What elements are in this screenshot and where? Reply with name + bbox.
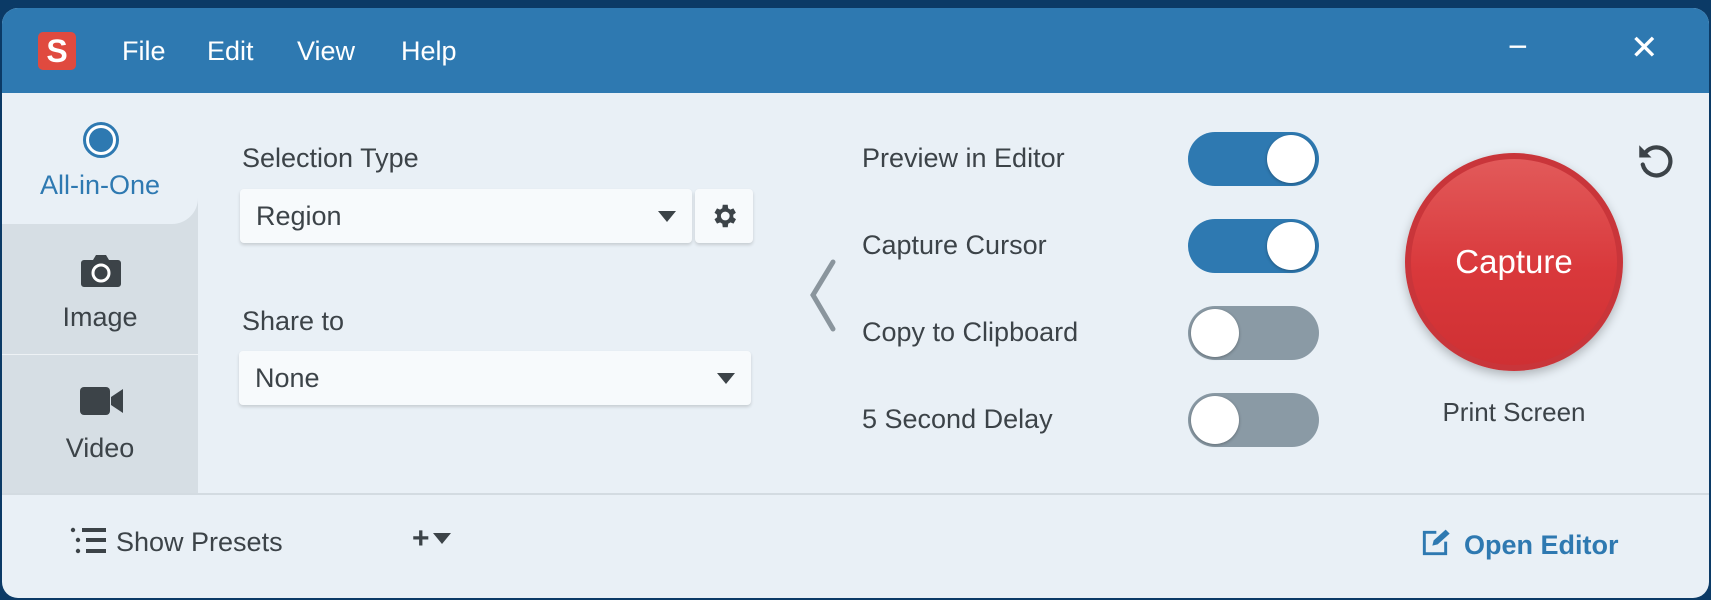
footer-divider xyxy=(2,493,1709,495)
selection-settings-button[interactable] xyxy=(695,189,753,243)
toggle-label-delay: 5 Second Delay xyxy=(862,404,1053,434)
menu-file[interactable]: File xyxy=(122,36,166,67)
selection-type-label: Selection Type xyxy=(242,143,419,173)
chevron-down-icon xyxy=(658,211,676,222)
toggle-label-clipboard: Copy to Clipboard xyxy=(862,317,1079,347)
capture-button[interactable]: Capture xyxy=(1405,153,1623,371)
close-button[interactable]: ✕ xyxy=(1630,28,1659,68)
minimize-button[interactable]: − xyxy=(1508,28,1528,67)
open-editor-label: Open Editor xyxy=(1464,530,1619,560)
plus-icon: + xyxy=(412,522,430,555)
share-to-dropdown[interactable]: None xyxy=(239,351,751,405)
tab-label: Image xyxy=(62,302,138,332)
open-editor-button[interactable]: Open Editor xyxy=(1418,527,1619,561)
show-presets-label: Show Presets xyxy=(116,527,283,557)
edit-icon xyxy=(1422,529,1450,556)
gear-icon xyxy=(714,204,736,228)
camera-icon xyxy=(81,255,121,287)
chevron-down-icon xyxy=(717,373,735,384)
toggle-label-preview: Preview in Editor xyxy=(862,143,1065,173)
tab-label: Video xyxy=(65,433,135,463)
chevron-down-icon xyxy=(432,533,451,544)
tab-label: All-in-One xyxy=(39,170,161,200)
snagit-capture-window: S File Edit View Help − ✕ All-in-One Ima… xyxy=(2,8,1709,598)
selection-type-dropdown[interactable]: Region xyxy=(240,189,692,243)
tab-image[interactable]: Image xyxy=(2,224,198,355)
menu-edit[interactable]: Edit xyxy=(207,36,254,67)
tab-video[interactable]: Video xyxy=(2,355,198,493)
preview-in-editor-toggle[interactable] xyxy=(1188,132,1319,186)
menu-view[interactable]: View xyxy=(297,36,355,67)
add-preset-button[interactable]: + xyxy=(412,522,451,556)
selection-type-value: Region xyxy=(256,201,342,231)
reset-icon[interactable] xyxy=(1634,140,1676,182)
share-to-label: Share to xyxy=(242,306,345,336)
menu-help[interactable]: Help xyxy=(401,36,457,67)
video-camera-icon xyxy=(80,387,123,415)
title-bar: S File Edit View Help − ✕ xyxy=(2,8,1709,93)
show-presets-button[interactable]: Show Presets xyxy=(70,527,283,558)
toggle-label-cursor: Capture Cursor xyxy=(862,230,1047,260)
capture-hotkey: Print Screen xyxy=(1442,397,1586,427)
capture-cursor-toggle[interactable] xyxy=(1188,219,1319,273)
tab-all-in-one[interactable]: All-in-One xyxy=(2,93,198,224)
radio-circle-icon xyxy=(83,122,119,158)
five-second-delay-toggle[interactable] xyxy=(1188,393,1319,447)
copy-to-clipboard-toggle[interactable] xyxy=(1188,306,1319,360)
collapse-chevron-left-icon[interactable] xyxy=(807,258,837,333)
share-to-value: None xyxy=(255,363,320,393)
snagit-logo: S xyxy=(38,32,76,70)
list-icon xyxy=(70,527,106,554)
